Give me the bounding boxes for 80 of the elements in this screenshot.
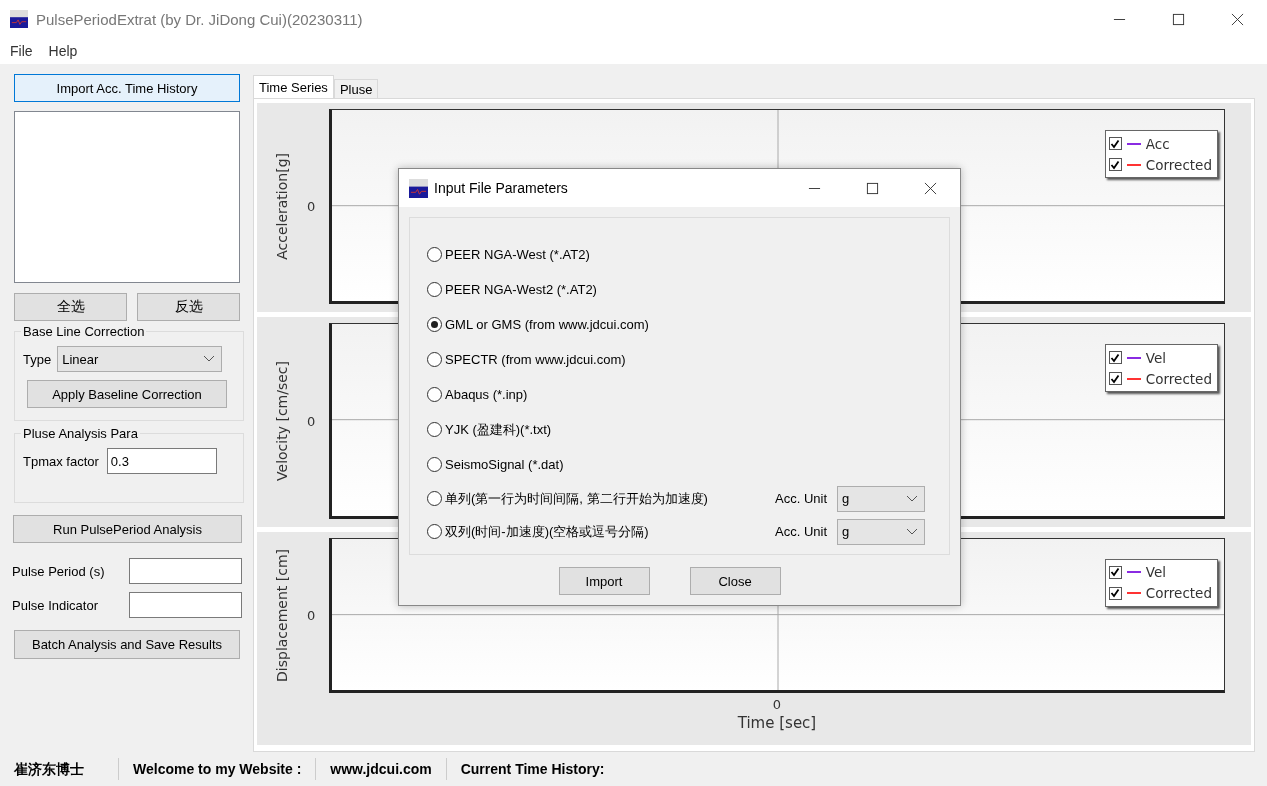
menu-item[interactable]: File — [10, 43, 33, 59]
legend-label: Acc — [1145, 135, 1170, 152]
unit-dropdown[interactable]: g — [837, 485, 925, 512]
type-dropdown[interactable]: Linear — [57, 346, 223, 372]
legend-label: Corrected — [1145, 370, 1212, 387]
y-tick-label: 0 — [307, 199, 317, 215]
group-title: Base Line Correction — [21, 324, 147, 339]
option-label[interactable]: Abaqus (*.inp) — [445, 387, 775, 402]
tab[interactable]: Time Series — [253, 75, 334, 98]
window-title: PulsePeriodExtrat (by Dr. JiDong Cui)(20230311) — [36, 10, 363, 28]
invert-selection-button[interactable]: 反选 — [137, 293, 240, 321]
unit-dropdown[interactable]: g — [837, 518, 925, 545]
option-label[interactable]: YJK (盈建科)(*.txt) — [445, 420, 775, 439]
checkbox[interactable] — [1108, 586, 1122, 600]
option-label[interactable]: SPECTR (from www.jdcui.com) — [445, 352, 775, 367]
option-label[interactable]: SeismoSignal (*.dat) — [445, 457, 775, 472]
checkbox[interactable] — [1108, 372, 1122, 386]
radio-button[interactable] — [427, 491, 442, 506]
legend-label: Corrected — [1145, 585, 1212, 602]
radio-button[interactable] — [427, 387, 442, 402]
y-tick-label: 0 — [307, 607, 317, 623]
menu-item[interactable]: Help — [48, 43, 78, 59]
status-text: Welcome to my Website : — [119, 758, 317, 780]
type-label: Type — [23, 351, 52, 367]
option-label[interactable]: 双列(时间-加速度)(空格或逗号分隔) — [445, 522, 775, 541]
legend-label: Vel — [1145, 349, 1167, 366]
close-icon[interactable] — [1231, 12, 1244, 26]
legend-label: Corrected — [1145, 156, 1212, 173]
status-text: 崔济东博士 — [0, 758, 119, 780]
status-text: www.jdcui.com — [316, 758, 447, 780]
option-label[interactable]: GML or GMS (from www.jdcui.com) — [445, 317, 775, 332]
factor-label: Tpmax factor — [23, 453, 99, 469]
radio-button[interactable] — [427, 524, 442, 539]
option-label[interactable]: 单列(第一行为时间间隔, 第二行开始为加速度) — [445, 489, 775, 508]
y-axis-label: Velocity [cm/sec] — [274, 361, 290, 481]
app-icon — [409, 178, 428, 198]
option-label[interactable]: PEER NGA-West2 (*.AT2) — [445, 282, 775, 297]
x-axis-label: Time [sec] — [737, 714, 817, 732]
import-button[interactable]: Import Acc. Time History — [14, 74, 240, 102]
dialog-button[interactable]: Import — [558, 567, 650, 595]
file-list[interactable] — [14, 111, 240, 283]
tab[interactable]: Pluse — [333, 79, 379, 98]
radio-button[interactable] — [427, 282, 442, 297]
radio-button[interactable] — [427, 422, 442, 437]
y-axis-label: Displacement [cm] — [274, 548, 290, 682]
unit-label: Acc. Unit — [775, 491, 828, 506]
select-all-button[interactable]: 全选 — [14, 293, 127, 321]
radio-button[interactable] — [427, 457, 442, 472]
app-icon — [10, 10, 28, 28]
maximize-icon[interactable] — [1172, 12, 1185, 26]
apply-baseline-button[interactable]: Apply Baseline Correction — [27, 380, 227, 408]
output-field[interactable] — [129, 558, 242, 584]
caret-icon — [906, 494, 918, 503]
y-tick-label: 0 — [307, 413, 317, 429]
caret-icon — [906, 527, 918, 536]
close-icon[interactable] — [924, 181, 937, 195]
checkbox[interactable] — [1108, 158, 1122, 171]
radio-button[interactable] — [427, 352, 442, 367]
unit-label: Acc. Unit — [775, 524, 828, 539]
output-label: Pulse Indicator — [12, 597, 98, 613]
status-text: Current Time History: — [459, 760, 606, 779]
legend-label: Vel — [1145, 564, 1167, 581]
option-label[interactable]: PEER NGA-West (*.AT2) — [445, 247, 775, 262]
maximize-icon[interactable] — [866, 181, 879, 195]
run-analysis-button[interactable]: Run PulsePeriod Analysis — [13, 515, 242, 543]
output-field[interactable] — [129, 592, 242, 618]
dialog-button[interactable]: Close — [689, 567, 781, 595]
checkbox[interactable] — [1108, 351, 1122, 365]
dialog-title: Input File Parameters — [434, 180, 568, 196]
radio-button[interactable] — [427, 247, 442, 262]
x-tick-label: 0 — [772, 697, 782, 712]
checkbox[interactable] — [1108, 137, 1122, 150]
group-title: Pluse Analysis Para — [21, 426, 140, 441]
caret-icon — [203, 355, 216, 363]
batch-analysis-button[interactable]: Batch Analysis and Save Results — [14, 630, 240, 659]
y-axis-label: Acceleration[g] — [274, 153, 290, 261]
checkbox[interactable] — [1108, 565, 1122, 579]
factor-field[interactable]: 0.3 — [106, 448, 217, 474]
output-label: Pulse Period (s) — [12, 563, 105, 579]
radio-button[interactable] — [427, 317, 442, 332]
